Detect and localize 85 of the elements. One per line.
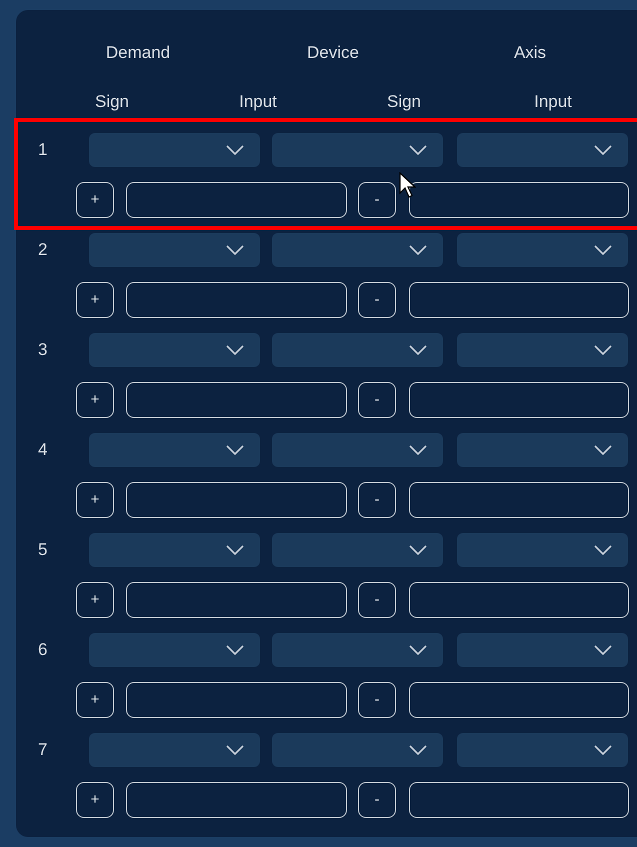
- dropdown[interactable]: [89, 533, 260, 567]
- chevron-down-icon: [226, 145, 244, 155]
- chevron-down-icon: [594, 645, 612, 655]
- input-field[interactable]: [126, 682, 347, 718]
- dropdown[interactable]: [89, 433, 260, 467]
- dropdown[interactable]: [457, 433, 628, 467]
- row-number: 6: [37, 639, 48, 662]
- dropdown[interactable]: [457, 233, 628, 267]
- row-number: 7: [37, 739, 48, 762]
- input-field[interactable]: [126, 182, 347, 218]
- input-field[interactable]: [126, 382, 347, 418]
- chevron-down-icon: [594, 245, 612, 255]
- mouse-pointer-icon: [399, 172, 416, 198]
- chevron-down-icon: [226, 445, 244, 455]
- plus-button[interactable]: +: [76, 782, 114, 818]
- chevron-down-icon: [409, 445, 427, 455]
- row-number: 2: [37, 239, 48, 262]
- input-field[interactable]: [409, 682, 629, 718]
- chevron-down-icon: [594, 545, 612, 555]
- minus-button[interactable]: -: [358, 182, 396, 218]
- chevron-down-icon: [226, 745, 244, 755]
- plus-button[interactable]: +: [76, 582, 114, 618]
- chevron-down-icon: [226, 245, 244, 255]
- minus-button[interactable]: -: [358, 282, 396, 318]
- dropdown[interactable]: [272, 633, 443, 667]
- minus-button[interactable]: -: [358, 382, 396, 418]
- chevron-down-icon: [226, 345, 244, 355]
- minus-button[interactable]: -: [358, 482, 396, 518]
- dropdown[interactable]: [457, 333, 628, 367]
- plus-button[interactable]: +: [76, 482, 114, 518]
- column-subheader: Input: [238, 91, 278, 113]
- chevron-down-icon: [409, 645, 427, 655]
- chevron-down-icon: [409, 745, 427, 755]
- input-field[interactable]: [409, 782, 629, 818]
- column-subheader: Input: [533, 91, 573, 113]
- input-field[interactable]: [126, 482, 347, 518]
- plus-button[interactable]: +: [76, 382, 114, 418]
- dropdown[interactable]: [272, 133, 443, 167]
- dropdown[interactable]: [89, 733, 260, 767]
- column-subheader: Sign: [94, 91, 130, 113]
- input-field[interactable]: [409, 582, 629, 618]
- dropdown[interactable]: [89, 133, 260, 167]
- plus-button[interactable]: +: [76, 682, 114, 718]
- chevron-down-icon: [594, 745, 612, 755]
- chevron-down-icon: [409, 245, 427, 255]
- input-field[interactable]: [409, 382, 629, 418]
- input-field[interactable]: [409, 282, 629, 318]
- dropdown[interactable]: [89, 633, 260, 667]
- chevron-down-icon: [594, 345, 612, 355]
- chevron-down-icon: [409, 545, 427, 555]
- dropdown[interactable]: [457, 533, 628, 567]
- dropdown[interactable]: [272, 433, 443, 467]
- column-header: Demand: [104, 42, 172, 64]
- plus-button[interactable]: +: [76, 182, 114, 218]
- minus-button[interactable]: -: [358, 782, 396, 818]
- chevron-down-icon: [226, 545, 244, 555]
- input-field[interactable]: [409, 182, 629, 218]
- dropdown[interactable]: [89, 333, 260, 367]
- column-header: Device: [306, 42, 360, 64]
- minus-button[interactable]: -: [358, 582, 396, 618]
- chevron-down-icon: [409, 145, 427, 155]
- chevron-down-icon: [226, 645, 244, 655]
- input-field[interactable]: [126, 582, 347, 618]
- dropdown[interactable]: [457, 133, 628, 167]
- plus-button[interactable]: +: [76, 282, 114, 318]
- input-field[interactable]: [409, 482, 629, 518]
- chevron-down-icon: [594, 145, 612, 155]
- column-header: Axis: [512, 42, 548, 64]
- row-number: 4: [37, 439, 48, 462]
- row-number: 1: [37, 139, 48, 162]
- row-number: 3: [37, 339, 48, 362]
- dropdown[interactable]: [272, 233, 443, 267]
- input-field[interactable]: [126, 282, 347, 318]
- input-field[interactable]: [126, 782, 347, 818]
- dropdown[interactable]: [457, 733, 628, 767]
- row-number: 5: [37, 539, 48, 562]
- dropdown[interactable]: [272, 733, 443, 767]
- minus-button[interactable]: -: [358, 682, 396, 718]
- chevron-down-icon: [594, 445, 612, 455]
- dropdown[interactable]: [89, 233, 260, 267]
- dropdown[interactable]: [272, 333, 443, 367]
- chevron-down-icon: [409, 345, 427, 355]
- dropdown[interactable]: [272, 533, 443, 567]
- column-subheader: Sign: [386, 91, 422, 113]
- dropdown[interactable]: [457, 633, 628, 667]
